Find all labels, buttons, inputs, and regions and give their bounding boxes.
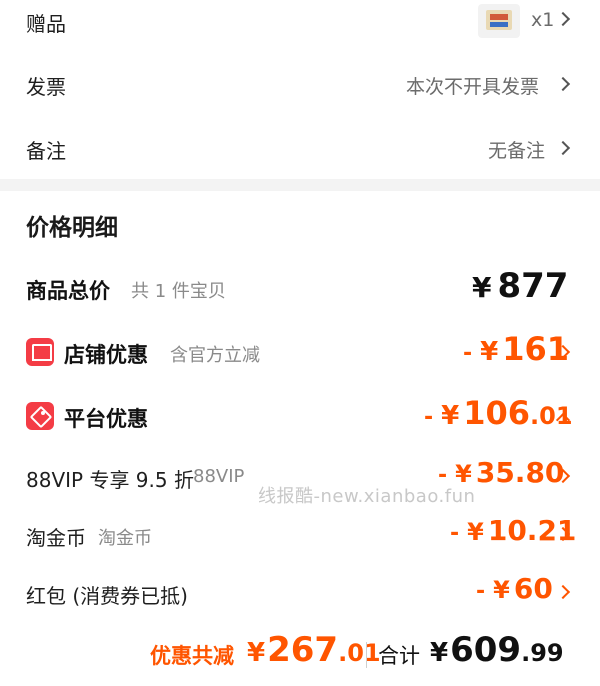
chevron-right-icon[interactable]	[555, 140, 571, 156]
redpacket-discount-row[interactable]: 红包 (消费券已抵) - ¥60	[0, 572, 600, 612]
total-savings-label: 优惠共减	[150, 644, 234, 668]
summary-divider	[366, 642, 367, 668]
platform-discount-label: 平台优惠	[64, 407, 148, 431]
redpacket-discount-label: 红包 (消费券已抵)	[26, 584, 188, 608]
invoice-label: 发票	[26, 75, 66, 99]
total-label: 合计	[378, 644, 420, 668]
shop-discount-amount: - ¥161	[463, 330, 570, 368]
shop-discount-row[interactable]: 店铺优惠 含官方立减 - ¥161	[0, 330, 600, 374]
chevron-right-icon[interactable]	[555, 584, 571, 600]
goods-count: 共 1 件宝贝	[131, 281, 226, 302]
total-amount: ¥609.99	[430, 630, 564, 670]
shop-icon	[26, 338, 54, 366]
remark-label: 备注	[26, 139, 66, 163]
remark-value: 无备注	[488, 140, 546, 162]
section-divider	[0, 179, 600, 191]
watermark: 线报酷-new.xianbao.fun	[258, 486, 476, 507]
tag-icon	[26, 402, 54, 430]
platform-discount-amount: - ¥106.01	[424, 394, 573, 432]
vip-discount-sub: 88VIP	[193, 466, 245, 487]
summary-bar: 优惠共减 ¥267.01 合计 ¥609.99	[0, 628, 600, 686]
coin-discount-sub: 淘金币	[98, 528, 152, 549]
gift-quantity: x1	[531, 9, 555, 31]
gift-product-thumbnail[interactable]	[478, 4, 520, 38]
gift-row[interactable]: 赠品 x1	[0, 0, 600, 42]
goods-total-price: ¥877	[472, 266, 569, 306]
shop-discount-label: 店铺优惠	[64, 343, 148, 367]
chevron-right-icon[interactable]	[555, 76, 571, 92]
coin-discount-row[interactable]: 淘金币 淘金币 - ¥10.21	[0, 514, 600, 554]
goods-total-label: 商品总价	[26, 279, 110, 303]
redpacket-discount-amount: - ¥60	[476, 572, 553, 605]
total-savings-amount: ¥267.01	[247, 630, 381, 670]
remark-row[interactable]: 备注 无备注	[0, 126, 600, 170]
goods-total-row: 商品总价 共 1 件宝贝 ¥877	[0, 266, 600, 310]
shop-discount-sub: 含官方立减	[170, 345, 260, 366]
coin-discount-label: 淘金币	[26, 526, 86, 550]
chevron-right-icon[interactable]	[555, 11, 571, 27]
platform-discount-row[interactable]: 平台优惠 - ¥106.01	[0, 394, 600, 438]
price-detail-title: 价格明细	[26, 215, 118, 241]
vip-discount-label: 88VIP 专享 9.5 折	[26, 468, 194, 492]
invoice-value: 本次不开具发票	[406, 76, 540, 98]
gift-label: 赠品	[26, 12, 66, 36]
invoice-row[interactable]: 发票 本次不开具发票	[0, 62, 600, 106]
